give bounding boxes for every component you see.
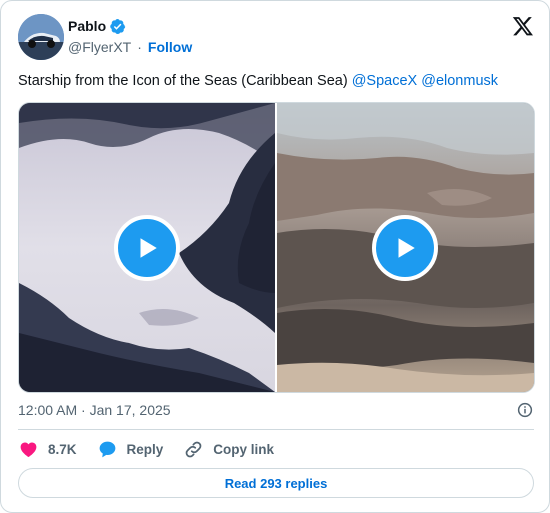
play-icon — [398, 238, 415, 258]
like-button[interactable]: 8.7K — [18, 439, 77, 460]
handle-row: @FlyerXT · Follow — [68, 37, 192, 57]
x-logo-icon[interactable] — [512, 15, 534, 37]
tweet-header: Pablo @FlyerXT · Follow — [18, 14, 534, 60]
author-name[interactable]: Pablo — [68, 18, 106, 34]
follow-button[interactable]: Follow — [148, 39, 192, 55]
author-handle[interactable]: @FlyerXT — [68, 39, 131, 55]
divider — [18, 429, 534, 430]
play-button[interactable] — [372, 215, 438, 281]
link-icon — [185, 441, 202, 457]
verified-badge-icon — [110, 18, 126, 34]
reply-label: Reply — [126, 441, 164, 457]
like-count: 8.7K — [48, 441, 77, 457]
tweet-meta: 12:00 AM · Jan 17, 2025 — [18, 400, 534, 420]
video-thumbnail-2[interactable] — [277, 103, 534, 392]
tweet-text: Starship from the Icon of the Seas (Cari… — [18, 71, 534, 91]
action-bar: 8.7K Reply Copy link — [18, 437, 294, 461]
name-row: Pablo — [68, 16, 192, 36]
play-icon — [140, 238, 157, 258]
user-info: Pablo @FlyerXT · Follow — [68, 16, 192, 57]
tweet-body: Starship from the Icon of the Seas (Cari… — [18, 73, 352, 89]
heart-icon — [20, 442, 37, 457]
mention-elonmusk[interactable]: @elonmusk — [421, 73, 498, 89]
copy-link-button[interactable]: Copy link — [183, 439, 274, 460]
media-grid — [18, 102, 535, 393]
timestamp-link[interactable]: 12:00 AM · Jan 17, 2025 — [18, 402, 171, 418]
read-replies-label: Read 293 replies — [224, 475, 328, 491]
tweet-card: Pablo @FlyerXT · Follow Starship from th… — [0, 0, 550, 513]
mention-spacex[interactable]: @SpaceX — [352, 73, 418, 89]
copy-link-label: Copy link — [213, 441, 275, 457]
video-thumbnail-1[interactable] — [19, 103, 275, 392]
avatar[interactable] — [18, 14, 64, 60]
play-button[interactable] — [114, 215, 180, 281]
read-replies-button[interactable]: Read 293 replies — [18, 468, 534, 498]
reply-button[interactable]: Reply — [97, 439, 164, 460]
separator-dot: · — [137, 39, 142, 55]
reply-bubble-icon — [99, 441, 115, 457]
info-icon[interactable] — [516, 401, 534, 419]
